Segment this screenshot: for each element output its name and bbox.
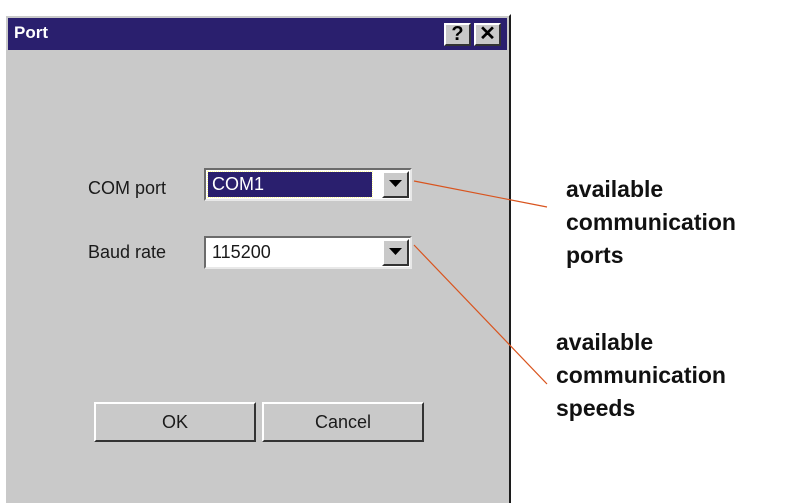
- speeds-callout-line-1: available: [556, 329, 654, 355]
- speeds-callout: available communication speeds: [556, 326, 726, 425]
- ports-leader-line: [413, 180, 548, 208]
- speeds-leader-line: [413, 244, 548, 385]
- ports-callout-line-3: ports: [566, 242, 624, 268]
- speeds-callout-line-2: communication: [556, 362, 726, 388]
- ports-callout-line-2: communication: [566, 209, 736, 235]
- speeds-callout-line-3: speeds: [556, 395, 636, 421]
- ports-callout: available communication ports: [566, 173, 736, 272]
- ports-callout-line-1: available: [566, 176, 664, 202]
